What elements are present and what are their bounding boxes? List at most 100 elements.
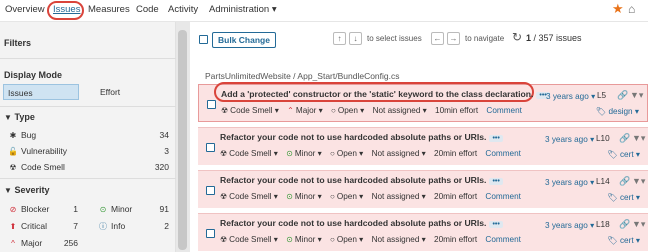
issue-severity[interactable]: Minor: [295, 192, 315, 201]
issue-type[interactable]: Code Smell: [229, 192, 271, 201]
display-mode-issues-button[interactable]: Issues: [3, 84, 79, 100]
issue-effort[interactable]: 20min effort: [434, 192, 477, 201]
facet-item-bug[interactable]: ✱ Bug: [8, 130, 36, 140]
filter-icon[interactable]: ▼▾: [632, 219, 645, 230]
issue-comment-link[interactable]: Comment: [485, 235, 521, 244]
issue-tag-text: cert: [619, 193, 634, 202]
issue-tag-text: cert: [619, 236, 634, 245]
issue-assignee[interactable]: Not assigned: [372, 235, 420, 244]
issue-tag[interactable]: 🏷 cert ▾: [607, 192, 640, 203]
issue-tag[interactable]: 🏷 cert ▾: [607, 235, 640, 246]
issue-row[interactable]: Refactor your code not to use hardcoded …: [198, 213, 648, 251]
minor-icon: ⊙: [99, 205, 107, 214]
issue-age-text: 3 years ago: [546, 92, 589, 101]
issue-message[interactable]: Refactor your code not to use hardcoded …: [220, 218, 503, 228]
issue-status[interactable]: Open: [337, 192, 357, 201]
open-status-icon: ○: [330, 149, 335, 158]
filter-icon[interactable]: ▼▾: [630, 90, 643, 101]
facet-item-blocker[interactable]: ⊘ Blocker: [8, 204, 50, 214]
select-all-checkbox[interactable]: [199, 35, 208, 44]
issue-assignee[interactable]: Not assigned: [373, 106, 421, 115]
scrollbar-thumb[interactable]: [178, 30, 187, 250]
issue-checkbox[interactable]: [206, 143, 215, 152]
link-icon[interactable]: 🔗: [617, 90, 628, 101]
issue-status[interactable]: Open: [337, 149, 357, 158]
nav-overview[interactable]: Overview: [5, 4, 45, 15]
issue-status[interactable]: Open: [337, 235, 357, 244]
issue-severity[interactable]: Minor: [295, 149, 315, 158]
facet-item-code-smell[interactable]: ☢ Code Smell: [8, 162, 65, 172]
issue-age[interactable]: 3 years ago ▾: [546, 91, 595, 101]
more-options-icon[interactable]: •••: [489, 221, 503, 228]
issue-tag[interactable]: 🏷 design ▾: [596, 106, 639, 117]
issue-message[interactable]: Refactor your code not to use hardcoded …: [220, 175, 503, 185]
issue-row[interactable]: Refactor your code not to use hardcoded …: [198, 170, 648, 208]
display-mode-effort-button[interactable]: Effort: [96, 84, 172, 100]
issue-checkbox[interactable]: [207, 100, 216, 109]
more-options-icon[interactable]: •••: [489, 178, 503, 185]
issue-age[interactable]: 3 years ago ▾: [545, 220, 594, 230]
issue-type[interactable]: Code Smell: [230, 106, 272, 115]
link-icon[interactable]: 🔗: [619, 219, 630, 230]
file-path-breadcrumb[interactable]: PartsUnlimitedWebsite / App_Start/Bundle…: [205, 71, 400, 81]
issue-severity[interactable]: Minor: [295, 235, 315, 244]
issue-tag[interactable]: 🏷 cert ▾: [607, 149, 640, 160]
issue-type[interactable]: Code Smell: [229, 149, 271, 158]
reload-icon[interactable]: ↻: [512, 30, 522, 44]
type-facet-header[interactable]: ▼ Type: [4, 112, 35, 122]
issue-severity[interactable]: Major: [296, 106, 316, 115]
filter-icon[interactable]: ▼▾: [632, 133, 645, 144]
issue-assignee[interactable]: Not assigned: [372, 192, 420, 201]
issue-comment-link[interactable]: Comment: [486, 106, 522, 115]
issue-age[interactable]: 3 years ago ▾: [545, 177, 594, 187]
issue-age[interactable]: 3 years ago ▾: [545, 134, 594, 144]
nav-code[interactable]: Code: [136, 4, 159, 15]
issue-status[interactable]: Open: [338, 106, 358, 115]
major-icon: ⌃: [287, 106, 294, 115]
issue-effort[interactable]: 10min effort: [435, 106, 478, 115]
issue-row[interactable]: Refactor your code not to use hardcoded …: [198, 127, 648, 165]
minor-icon: ⊙: [286, 235, 293, 244]
code-smell-icon: ☢: [220, 192, 228, 201]
facet-count: 3: [164, 146, 169, 156]
issue-line[interactable]: L5: [597, 91, 606, 100]
link-icon[interactable]: 🔗: [619, 133, 630, 144]
facet-item-vulnerability[interactable]: 🔓 Vulnerability: [8, 146, 67, 156]
issue-line[interactable]: L14: [596, 177, 610, 186]
issue-checkbox[interactable]: [206, 229, 215, 238]
issue-effort[interactable]: 20min effort: [434, 235, 477, 244]
issue-line[interactable]: L18: [596, 220, 610, 229]
issue-checkbox[interactable]: [206, 186, 215, 195]
nav-measures[interactable]: Measures: [88, 4, 130, 15]
home-icon[interactable]: ⌂: [628, 2, 635, 16]
issue-row[interactable]: Add a 'protected' constructor or the 'st…: [198, 82, 648, 122]
issue-comment-link[interactable]: Comment: [485, 192, 521, 201]
issue-message[interactable]: Refactor your code not to use hardcoded …: [220, 132, 503, 142]
bulk-change-button[interactable]: Bulk Change: [212, 32, 276, 48]
code-smell-icon: ☢: [221, 106, 229, 115]
nav-activity[interactable]: Activity: [168, 4, 198, 15]
issue-effort[interactable]: 20min effort: [434, 149, 477, 158]
facet-item-major[interactable]: ^ Major: [8, 238, 42, 248]
filters-title: Filters: [4, 38, 32, 48]
issue-comment-link[interactable]: Comment: [485, 149, 521, 158]
severity-facet-header[interactable]: ▼ Severity: [4, 185, 50, 195]
link-icon[interactable]: 🔗: [619, 176, 630, 187]
issue-line[interactable]: L10: [596, 134, 610, 143]
facet-item-critical[interactable]: ⬆ Critical: [8, 221, 47, 231]
issue-message[interactable]: Add a 'protected' constructor or the 'st…: [221, 89, 550, 99]
issue-assignee[interactable]: Not assigned: [372, 149, 420, 158]
issue-type[interactable]: Code Smell: [229, 235, 271, 244]
chevron-down-icon: ▼: [4, 186, 12, 195]
facet-item-info[interactable]: ⓘ Info: [98, 221, 125, 232]
severity-facet-title: Severity: [14, 185, 50, 195]
facet-label: Major: [21, 238, 43, 248]
facet-count: 1: [73, 204, 78, 214]
facet-label: Info: [111, 221, 126, 231]
nav-administration[interactable]: Administration ▾: [209, 4, 277, 15]
facet-item-minor[interactable]: ⊙ Minor: [98, 204, 133, 214]
more-options-icon[interactable]: •••: [489, 135, 503, 142]
arrow-down-key-icon: ↓: [349, 32, 362, 45]
star-icon[interactable]: ★: [612, 1, 624, 17]
filter-icon[interactable]: ▼▾: [632, 176, 645, 187]
